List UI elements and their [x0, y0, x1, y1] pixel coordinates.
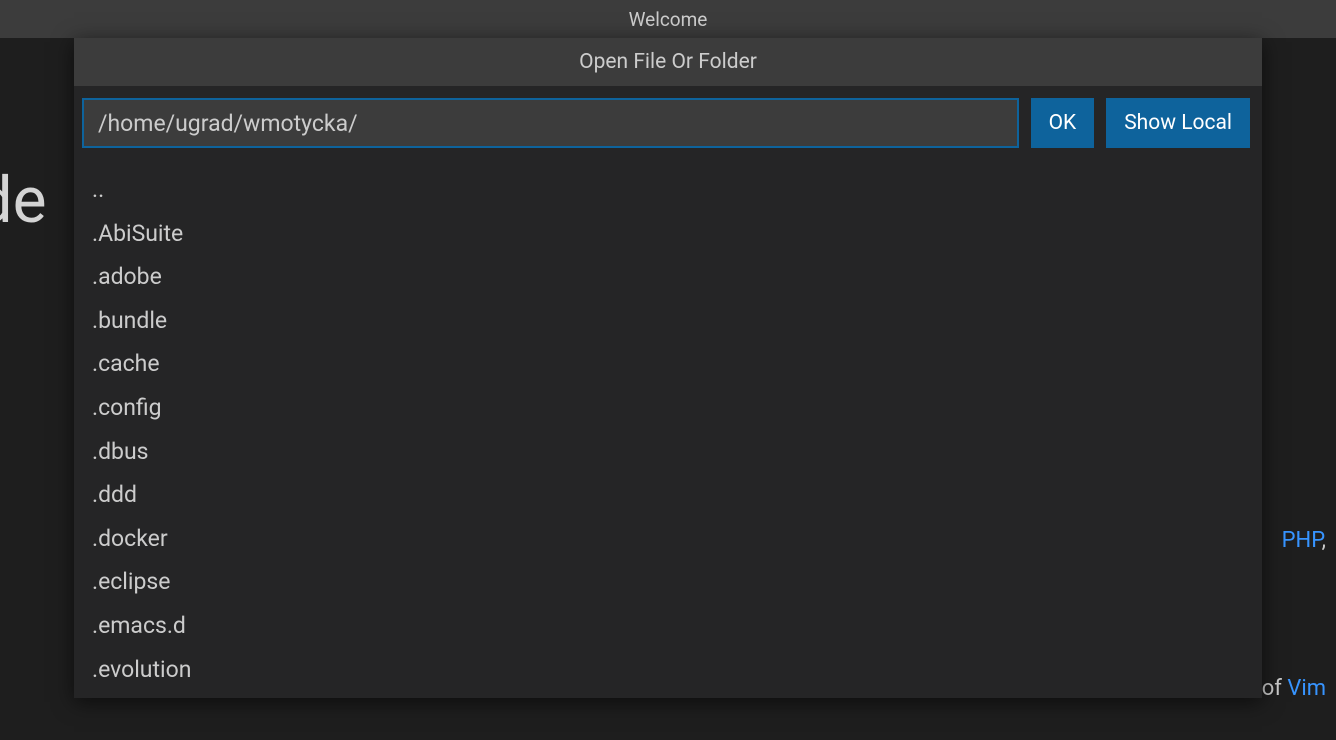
list-item[interactable]: .adobe	[92, 255, 1262, 299]
vim-prefix: of	[1262, 676, 1288, 701]
show-local-button[interactable]: Show Local	[1106, 98, 1250, 148]
list-item[interactable]: .evolution	[92, 648, 1262, 692]
list-item[interactable]: .emacs.d	[92, 604, 1262, 648]
list-item[interactable]: .docker	[92, 517, 1262, 561]
list-item[interactable]: .eclipse	[92, 560, 1262, 604]
list-item[interactable]: .AbiSuite	[92, 212, 1262, 256]
content-area: ode PHP, of Vim Open File Or Folder OK S…	[0, 38, 1336, 740]
path-input[interactable]	[82, 98, 1019, 148]
open-file-dialog: Open File Or Folder OK Show Local .. .Ab…	[74, 38, 1262, 698]
dialog-title: Open File Or Folder	[74, 38, 1262, 86]
list-item[interactable]: .ddd	[92, 473, 1262, 517]
list-item[interactable]: ..	[92, 168, 1262, 212]
list-item[interactable]: .cache	[92, 342, 1262, 386]
ok-button[interactable]: OK	[1031, 98, 1095, 148]
window-title: Welcome	[629, 8, 708, 31]
bg-text-snippet-php: PHP,	[1282, 528, 1326, 553]
title-bar: Welcome	[0, 0, 1336, 38]
list-item[interactable]: .dbus	[92, 430, 1262, 474]
php-suffix: ,	[1322, 528, 1326, 553]
php-link[interactable]: PHP	[1282, 528, 1322, 553]
file-list: .. .AbiSuite .adobe .bundle .cache .conf…	[74, 168, 1262, 691]
vim-link[interactable]: Vim	[1287, 676, 1326, 701]
dialog-title-text: Open File Or Folder	[579, 50, 757, 74]
list-item[interactable]: .config	[92, 386, 1262, 430]
welcome-heading-fragment: ode	[0, 163, 47, 238]
bg-text-snippet-vim: of Vim	[1262, 676, 1326, 701]
list-item[interactable]: .bundle	[92, 299, 1262, 343]
dialog-input-row: OK Show Local	[74, 86, 1262, 148]
